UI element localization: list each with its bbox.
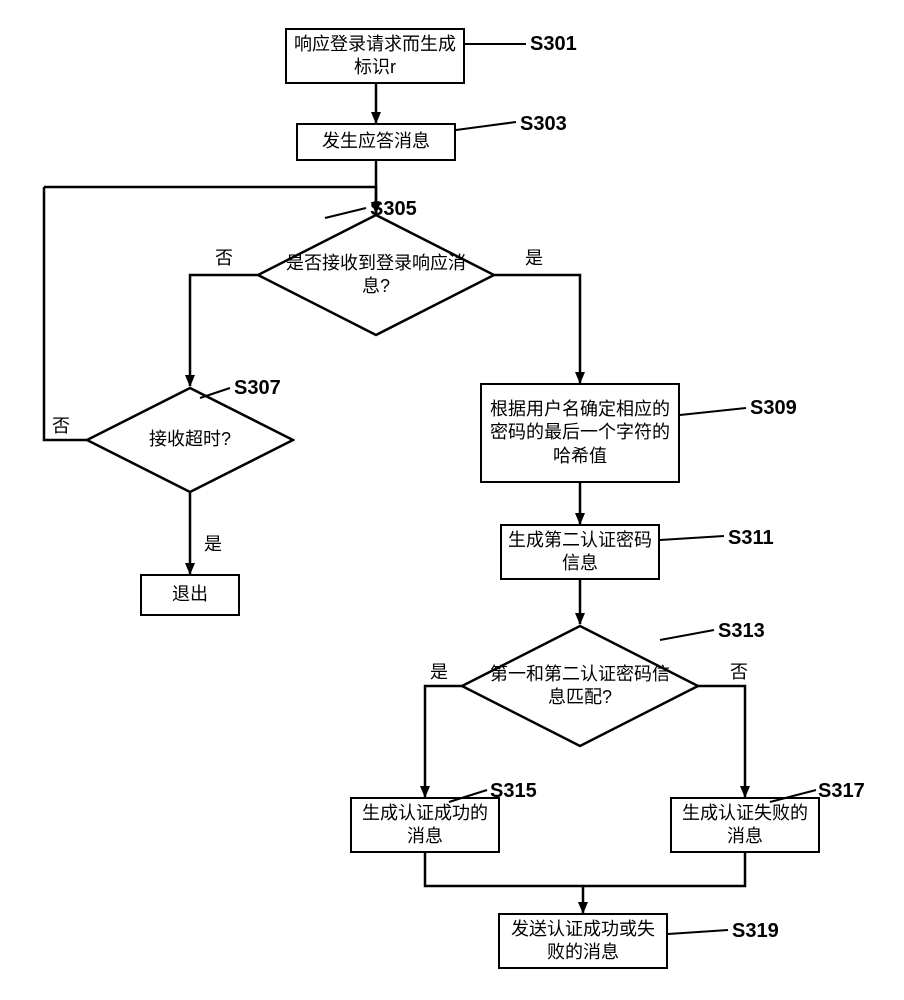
label-s319: S319 [732,920,779,943]
edge-s313-no: 否 [730,658,748,684]
node-s313-text: 第一和第二认证密码信息匹配? [490,663,670,710]
node-s317-text: 生成认证失败的消息 [678,802,812,849]
node-s311-text: 生成第二认证密码信息 [508,529,652,576]
node-exit-text: 退出 [172,583,208,606]
node-s307: 接收超时? [85,386,295,494]
edge-s305-yes: 是 [525,244,543,270]
node-s301: 响应登录请求而生成标识r [285,28,465,84]
node-s315: 生成认证成功的消息 [350,797,500,853]
edge-s313-yes: 是 [430,658,448,684]
node-s315-text: 生成认证成功的消息 [358,802,492,849]
node-s303-text: 发生应答消息 [322,130,430,153]
node-s313: 第一和第二认证密码信息匹配? [460,624,700,748]
node-s309: 根据用户名确定相应的密码的最后一个字符的哈希值 [480,383,680,483]
label-s309: S309 [750,397,797,420]
label-s305: S305 [370,198,417,221]
node-s307-text: 接收超时? [149,428,231,451]
node-s319: 发送认证成功或失败的消息 [498,913,668,969]
node-s311: 生成第二认证密码信息 [500,524,660,580]
node-s303: 发生应答消息 [296,123,456,161]
node-s309-text: 根据用户名确定相应的密码的最后一个字符的哈希值 [488,398,672,468]
label-s303: S303 [520,113,567,136]
label-s315: S315 [490,780,537,803]
label-s301: S301 [530,33,577,56]
node-s317: 生成认证失败的消息 [670,797,820,853]
node-s319-text: 发送认证成功或失败的消息 [506,918,660,965]
node-s305-text: 是否接收到登录响应消息? [286,252,466,299]
edge-s307-no: 否 [52,412,70,438]
node-exit: 退出 [140,574,240,616]
edge-s305-no: 否 [215,244,233,270]
node-s301-text: 响应登录请求而生成标识r [293,33,457,80]
edge-s307-yes: 是 [204,530,222,556]
node-s305: 是否接收到登录响应消息? [256,213,496,337]
label-s317: S317 [818,780,865,803]
label-s307: S307 [234,377,281,400]
label-s311: S311 [728,527,774,550]
label-s313: S313 [718,620,765,643]
